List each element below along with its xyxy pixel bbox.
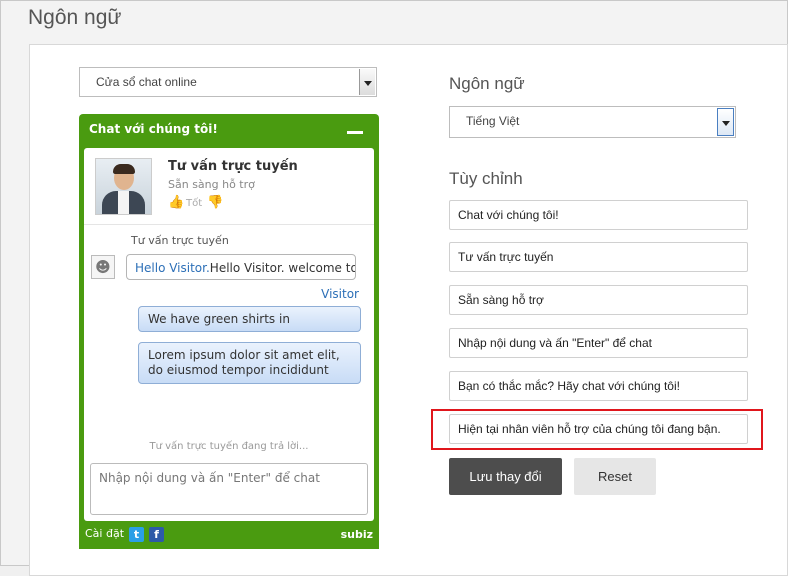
agent-status: Sẵn sàng hỗ trợ bbox=[168, 178, 255, 191]
widget-title: Chat với chúng tôi! bbox=[89, 122, 218, 136]
minimize-icon[interactable] bbox=[347, 131, 363, 134]
dropdown-arrow-icon[interactable] bbox=[717, 108, 734, 136]
custom-heading: Tùy chỉnh bbox=[449, 169, 523, 188]
thumbs-down-icon[interactable]: 👎 bbox=[207, 195, 223, 210]
dropdown-arrow-icon[interactable] bbox=[359, 69, 375, 95]
language-heading: Ngôn ngữ bbox=[449, 74, 525, 93]
custom-field-title[interactable]: Chat với chúng tôi! bbox=[449, 200, 748, 230]
thumbs-up-icon[interactable]: 👍 bbox=[168, 195, 184, 210]
widget-type-value: Cửa sổ chat online bbox=[96, 75, 197, 89]
custom-field-agent[interactable]: Tư vấn trực tuyến bbox=[449, 242, 748, 272]
reset-button[interactable]: Reset bbox=[574, 458, 656, 495]
save-button[interactable]: Lưu thay đổi bbox=[449, 458, 562, 495]
custom-field-placeholder[interactable]: Nhập nội dung và ấn "Enter" để chat bbox=[449, 328, 748, 358]
custom-field-status[interactable]: Sẵn sàng hỗ trợ bbox=[449, 285, 748, 315]
user-avatar-icon: ☻ bbox=[91, 255, 115, 279]
outgoing-message-2: Lorem ipsum dolor sit amet elit, do eius… bbox=[138, 342, 361, 384]
incoming-name: Hello Visitor. bbox=[135, 261, 210, 275]
chat-input[interactable]: Nhập nội dung và ấn "Enter" để chat bbox=[90, 463, 368, 515]
agent-card: Tư vấn trực tuyến Sẵn sàng hỗ trợ 👍 Tốt … bbox=[84, 148, 374, 225]
incoming-text: Hello Visitor. welcome to bbox=[209, 261, 356, 275]
highlight-box bbox=[431, 409, 763, 450]
twitter-icon[interactable]: t bbox=[129, 527, 144, 542]
custom-field-question[interactable]: Bạn có thắc mắc? Hãy chat với chúng tôi! bbox=[449, 371, 748, 401]
chat-widget-preview: Chat với chúng tôi! Tư vấn trực tuyến Sẵ… bbox=[79, 114, 379, 549]
language-select[interactable]: Tiếng Việt bbox=[449, 106, 736, 138]
typing-indicator: Tư vấn trực tuyến đang trả lời... bbox=[149, 441, 309, 452]
widget-body: Tư vấn trực tuyến Sẵn sàng hỗ trợ 👍 Tốt … bbox=[84, 148, 374, 521]
footer-settings[interactable]: Cài đặt bbox=[85, 527, 124, 540]
language-value: Tiếng Việt bbox=[466, 114, 520, 128]
facebook-icon[interactable]: f bbox=[149, 527, 164, 542]
rating-label: Tốt bbox=[186, 198, 203, 209]
agent-avatar bbox=[95, 158, 152, 215]
widget-type-select[interactable]: Cửa sổ chat online bbox=[79, 67, 377, 97]
agent-name: Tư vấn trực tuyến bbox=[168, 159, 298, 174]
incoming-message: Hello Visitor.Hello Visitor. welcome to bbox=[126, 254, 356, 280]
message-sender: Tư vấn trực tuyến bbox=[131, 234, 229, 247]
brand-logo: subiz bbox=[340, 528, 373, 541]
visitor-label: Visitor bbox=[321, 287, 359, 301]
page-title: Ngôn ngữ bbox=[28, 6, 122, 29]
outgoing-message-1: We have green shirts in bbox=[138, 306, 361, 332]
